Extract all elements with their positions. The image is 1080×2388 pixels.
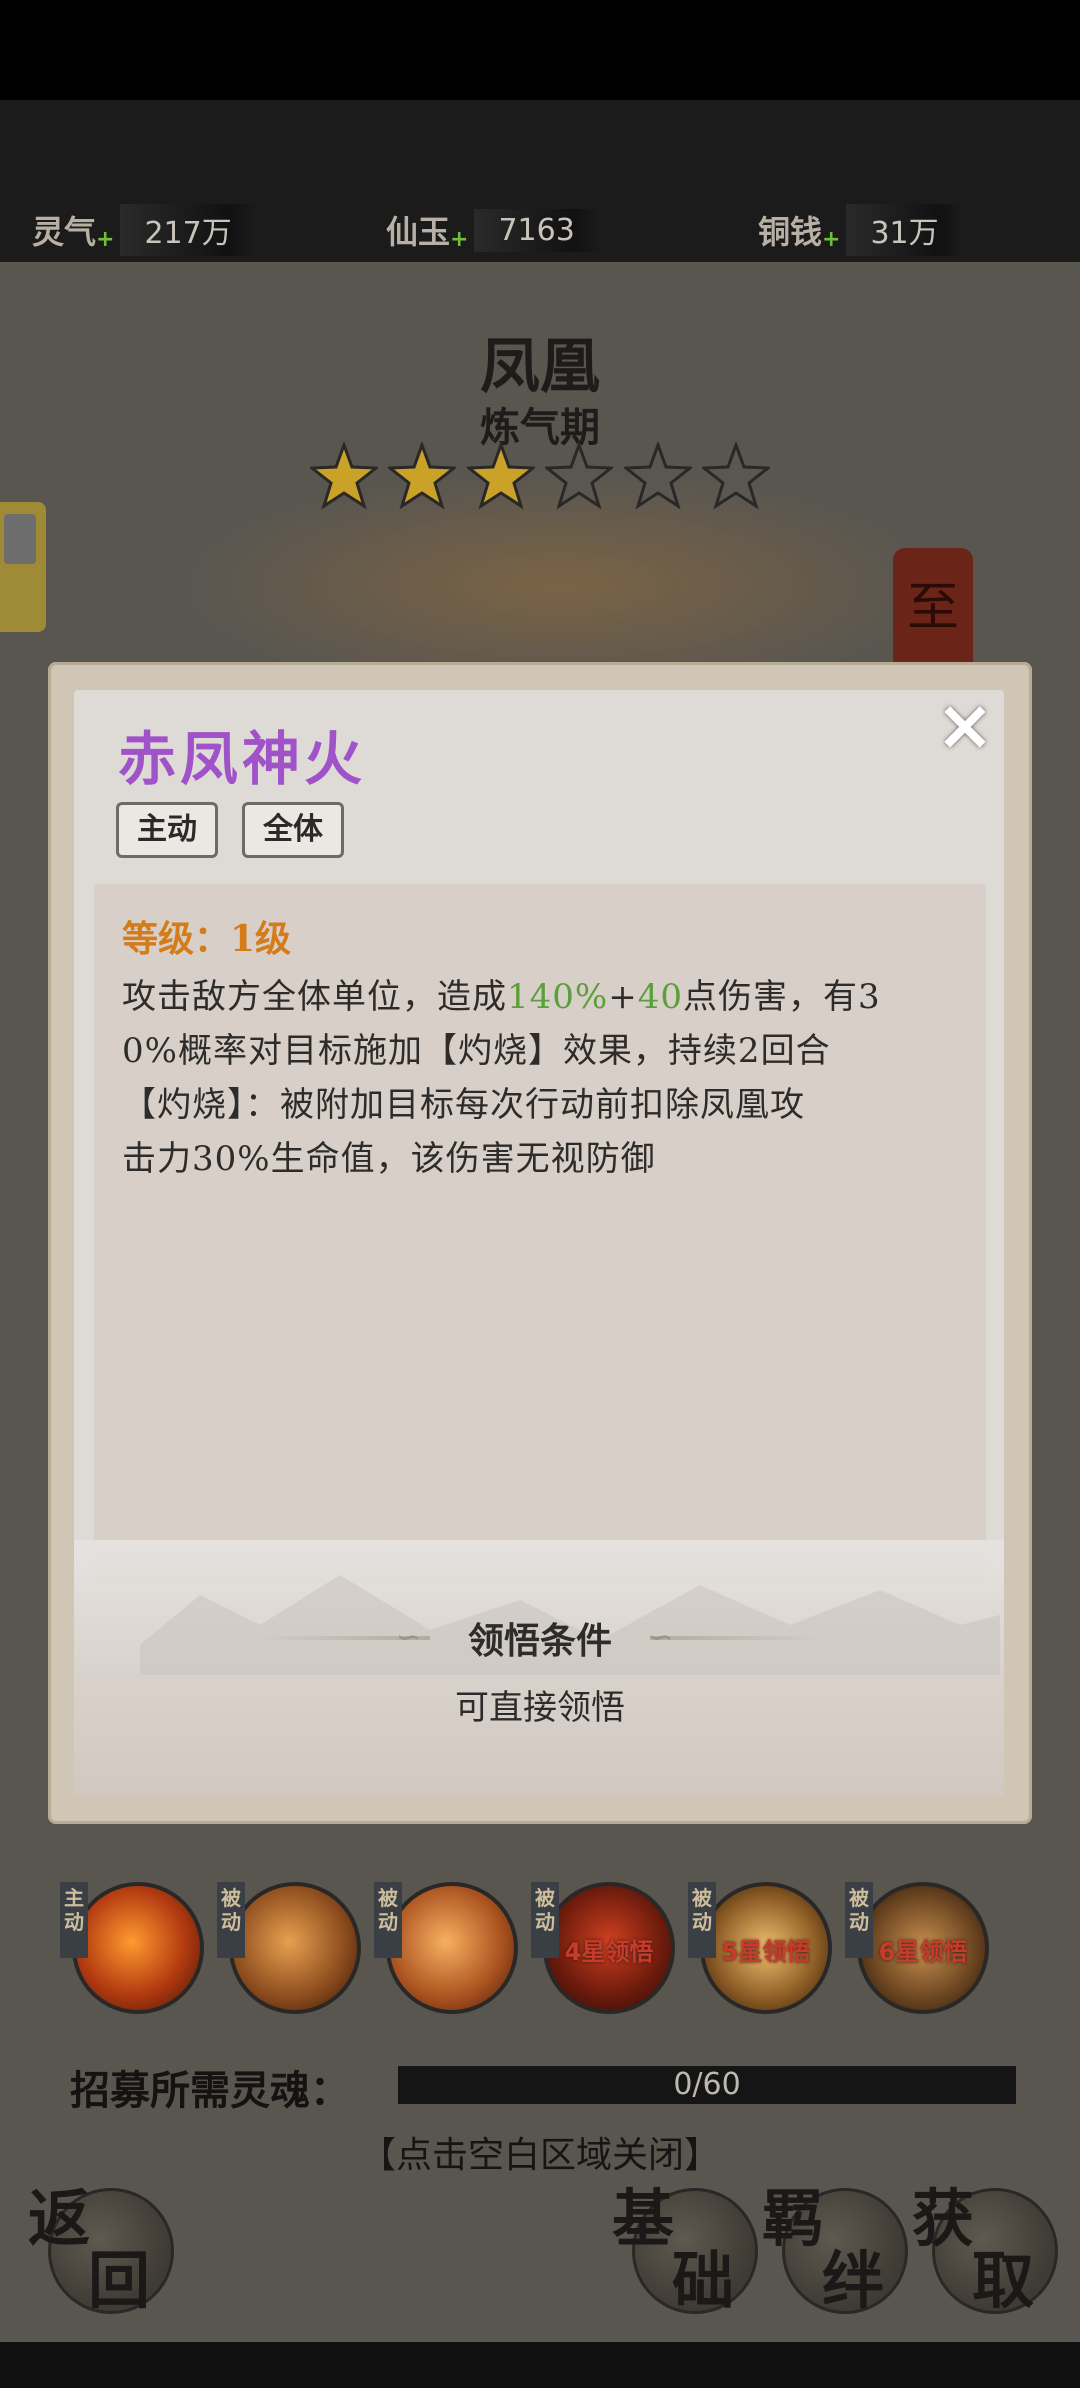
desc-text: +: [608, 977, 638, 1017]
currency-label: 铜钱: [758, 213, 823, 251]
skill-tag-target: 全体: [242, 802, 344, 858]
skill-icon[interactable]: [72, 1882, 204, 2014]
skill-tag-active: 主动: [116, 802, 218, 858]
side-widget-icon: [4, 514, 36, 564]
recruit-label: 招募所需灵魂：: [70, 2067, 350, 2114]
skill-unlock-label: 5星领悟: [721, 1938, 811, 1966]
star-empty-icon: [701, 442, 770, 510]
description-line: 0%概率对目标施加【灼烧】效果，持续2回合: [122, 1031, 831, 1071]
currency-value: 7163: [474, 208, 599, 252]
description-line: 击力30%生命值，该伤害无视防御: [122, 1139, 656, 1179]
plus-icon[interactable]: +: [450, 227, 468, 252]
button-char: 绊: [822, 2244, 885, 2317]
star-rating: [310, 442, 770, 522]
skill-unlock-label: 4星领悟: [564, 1938, 654, 1966]
basic-button[interactable]: 基 础: [612, 2168, 762, 2318]
desc-text: 攻击敌方全体单位，造成: [122, 977, 507, 1017]
description-line: 【灼烧】：被附加目标每次行动前扣除凤凰攻: [122, 1085, 805, 1125]
star-empty-icon: [545, 442, 614, 510]
status-bar: [0, 0, 1080, 100]
skill-icon[interactable]: [229, 1882, 361, 2014]
star-empty-icon: [623, 442, 692, 510]
star-filled-icon: [466, 442, 535, 510]
condition-value: 可直接领悟: [455, 1688, 625, 1728]
skill-name: 赤凤神火: [118, 725, 367, 793]
currency-lingqi[interactable]: 灵气 + 217万: [32, 200, 256, 260]
bond-button[interactable]: 羁 绊: [762, 2168, 912, 2318]
desc-text: 点伤害，有3: [682, 977, 881, 1017]
recruit-progress-value: 0/60: [673, 2067, 741, 2102]
button-char: 返: [28, 2182, 91, 2255]
button-char: 础: [672, 2244, 735, 2317]
skill-level: 等级：1级: [122, 918, 292, 960]
currency-value: 31万: [846, 204, 963, 256]
star-filled-icon: [388, 442, 457, 510]
skill-type-tag: 主动: [60, 1882, 88, 1958]
condition-title: 领悟条件: [467, 1620, 612, 1662]
currency-label: 灵气: [32, 213, 97, 251]
plus-icon[interactable]: +: [96, 227, 114, 252]
button-char: 基: [612, 2182, 675, 2255]
button-char: 回: [88, 2244, 151, 2317]
skill-type-tag: 被动: [374, 1882, 402, 1958]
seal-tag: 至: [893, 548, 973, 668]
currency-value: 217万: [120, 204, 256, 256]
button-char: 取: [972, 2244, 1035, 2317]
back-button[interactable]: 返 回: [28, 2168, 178, 2318]
currency-xianyu[interactable]: 仙玉 + 7163: [386, 200, 599, 260]
obtain-button[interactable]: 获 取: [912, 2168, 1062, 2318]
star-filled-icon: [310, 442, 378, 510]
close-icon[interactable]: ×: [930, 690, 1000, 760]
plus-icon[interactable]: +: [822, 227, 840, 252]
button-char: 获: [912, 2182, 975, 2255]
hero-name: 凤凰: [480, 332, 600, 402]
button-char: 羁: [762, 2182, 825, 2255]
desc-highlight: 140%: [507, 977, 609, 1017]
currency-tongqian[interactable]: 铜钱 + 31万: [758, 200, 963, 260]
currency-label: 仙玉: [386, 213, 451, 251]
description-line: 攻击敌方全体单位，造成140%+40点伤害，有3: [122, 970, 881, 1024]
navigation-bar: [0, 2342, 1080, 2388]
skill-unlock-label: 6星领悟: [878, 1938, 968, 1966]
desc-highlight: 40: [637, 977, 683, 1017]
skill-type-tag: 被动: [217, 1882, 245, 1958]
skill-icon[interactable]: [386, 1882, 518, 2014]
